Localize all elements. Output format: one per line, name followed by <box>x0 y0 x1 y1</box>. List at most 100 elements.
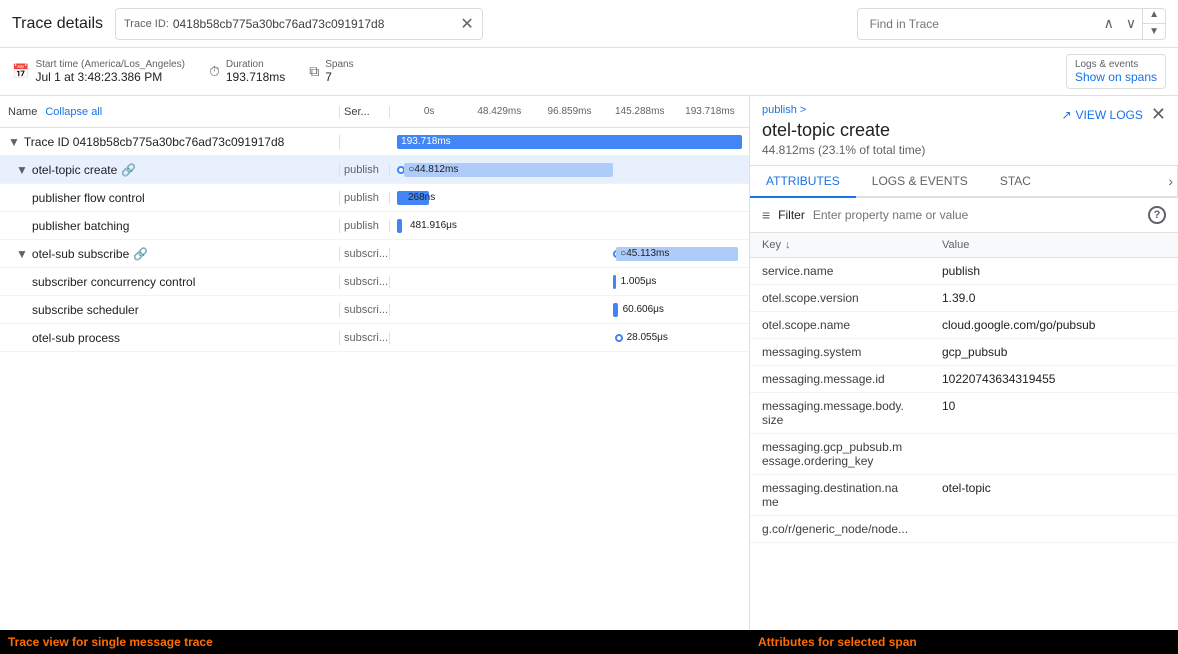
sort-icon[interactable]: ↓ <box>785 239 791 251</box>
bar-text-publisher-flow: 268ns <box>408 192 435 203</box>
row-name-otel-sub: ▼ otel-sub subscribe 🔗 <box>0 247 340 261</box>
details-title: otel-topic create <box>762 120 925 141</box>
tab-stack[interactable]: STAC <box>984 166 1047 198</box>
expand-icon-root[interactable]: ▼ <box>8 135 20 149</box>
details-panel: publish > otel-topic create 44.812ms (23… <box>750 96 1178 630</box>
attr-val-scope-name: cloud.google.com/go/pubsub <box>942 318 1166 332</box>
clock-icon: ⏱ <box>209 63 220 80</box>
row-timeline-sub-concurrency: 1.005μs <box>390 268 749 295</box>
row-label-otel-topic: otel-topic create <box>32 163 117 177</box>
annotation-right: Attributes for selected span <box>750 630 1178 654</box>
row-label-sub-concurrency: subscriber concurrency control <box>32 275 195 289</box>
trace-row-otel-topic-create[interactable]: ▼ otel-topic create 🔗 publish ○44.812ms <box>0 156 749 184</box>
logs-events-box: Logs & events Show on spans <box>1066 54 1166 89</box>
trace-row-subscribe-scheduler[interactable]: subscribe scheduler subscri... 60.606μs <box>0 296 749 324</box>
find-in-trace-wrapper: ∧ ∨ ▲ ▼ <box>857 8 1166 40</box>
details-header: publish > otel-topic create 44.812ms (23… <box>750 96 1178 166</box>
bar-otel-sub: ○45.113ms <box>616 247 738 261</box>
find-next-button[interactable]: ∨ <box>1120 11 1142 36</box>
timeline-label-3: 145.288ms <box>605 106 675 117</box>
attr-table: Key ↓ Value service.name publish otel.sc… <box>750 233 1178 630</box>
bar-text-sub-concurrency: 1.005μs <box>621 276 657 287</box>
bar-publisher-batching <box>397 219 402 233</box>
tab-attributes[interactable]: ATTRIBUTES <box>750 166 856 198</box>
bar-dot-otel-sub-process <box>615 334 623 342</box>
annotation-left: Trace view for single message trace <box>0 630 750 654</box>
find-up-button[interactable]: ▲ <box>1143 8 1165 24</box>
attr-val-messaging-system: gcp_pubsub <box>942 345 1166 359</box>
spans-icon: ⧉ <box>309 63 319 80</box>
annotation-right-text: Attributes for selected span <box>758 635 917 649</box>
details-actions: ↗ VIEW LOGS ✕ <box>1061 104 1166 125</box>
trace-row-publisher-batching[interactable]: publisher batching publish 481.916μs <box>0 212 749 240</box>
duration-value: 193.718ms <box>226 70 285 84</box>
start-time-label: Start time (America/Los_Angeles) <box>35 59 185 70</box>
annotation-left-text: Trace view for single message trace <box>8 635 213 649</box>
attr-row-message-id: messaging.message.id 10220743634319455 <box>750 366 1178 393</box>
clear-icon[interactable]: ✕ <box>460 14 473 34</box>
collapse-all-button[interactable]: Collapse all <box>45 106 102 118</box>
attr-row-service-name: service.name publish <box>750 258 1178 285</box>
attr-key-generic-node: g.co/r/generic_node/node... <box>762 522 942 536</box>
close-button[interactable]: ✕ <box>1151 104 1166 125</box>
find-in-trace-input[interactable] <box>858 17 1098 31</box>
trace-id-input[interactable] <box>173 17 461 31</box>
bar-otel-topic: ○44.812ms <box>404 163 612 177</box>
find-prev-button[interactable]: ∧ <box>1098 11 1120 36</box>
row-timeline-publisher-flow: 268ns <box>390 184 749 211</box>
timeline-label-1: 48.429ms <box>464 106 534 117</box>
row-name-root: ▼ Trace ID 0418b58cb775a30bc76ad73c09191… <box>0 135 340 149</box>
logs-events-toggle[interactable]: Show on spans <box>1075 70 1157 84</box>
filter-input[interactable] <box>813 208 1140 222</box>
tabs-chevron-right[interactable]: › <box>1168 173 1173 189</box>
row-service-sub-concurrency: subscri... <box>340 276 390 288</box>
col-service-header: Ser... <box>340 106 390 118</box>
row-label-publisher-flow: publisher flow control <box>32 191 145 205</box>
details-breadcrumb[interactable]: publish > <box>762 104 925 116</box>
row-timeline-otel-topic: ○44.812ms <box>390 156 749 183</box>
row-name-otel-sub-process: otel-sub process <box>0 331 340 345</box>
start-time-item: 📅 Start time (America/Los_Angeles) Jul 1… <box>12 59 185 84</box>
row-timeline-otel-sub-process: 28.055μs <box>390 324 749 351</box>
external-link-icon: ↗ <box>1061 108 1071 122</box>
col-timeline-header: 0s 48.429ms 96.859ms 145.288ms 193.718ms <box>390 106 749 117</box>
attr-key-service-name: service.name <box>762 264 942 278</box>
bar-sub-concurrency <box>613 275 616 289</box>
row-label-publisher-batching: publisher batching <box>32 219 129 233</box>
row-timeline-root: 193.718ms <box>390 128 749 155</box>
attr-row-dest-name: messaging.destination.name otel-topic <box>750 475 1178 516</box>
trace-id-input-wrapper: Trace ID: ✕ <box>115 8 483 40</box>
row-service-otel-sub-process: subscri... <box>340 332 390 344</box>
bar-root: 193.718ms <box>397 135 742 149</box>
annotation-bar: Trace view for single message trace Attr… <box>0 630 1178 654</box>
trace-row-otel-sub-subscribe[interactable]: ▼ otel-sub subscribe 🔗 subscri... ○45.11… <box>0 240 749 268</box>
row-service-publisher-batching: publish <box>340 220 390 232</box>
main-content: Name Collapse all Ser... 0s 48.429ms 96.… <box>0 96 1178 630</box>
bar-text-subscribe-scheduler: 60.606μs <box>623 304 664 315</box>
spans-value: 7 <box>325 70 353 84</box>
trace-row-publisher-flow[interactable]: publisher flow control publish 268ns <box>0 184 749 212</box>
trace-row-otel-sub-process[interactable]: otel-sub process subscri... 28.055μs <box>0 324 749 352</box>
row-timeline-otel-sub: ○45.113ms <box>390 240 749 267</box>
spans-item: ⧉ Spans 7 <box>309 59 353 84</box>
expand-icon-otel-sub[interactable]: ▼ <box>16 247 28 261</box>
row-label-root: Trace ID 0418b58cb775a30bc76ad73c091917d… <box>24 135 284 149</box>
trace-row-root[interactable]: ▼ Trace ID 0418b58cb775a30bc76ad73c09191… <box>0 128 749 156</box>
find-down-button[interactable]: ▼ <box>1143 24 1165 40</box>
trace-row-sub-concurrency[interactable]: subscriber concurrency control subscri..… <box>0 268 749 296</box>
attr-row-ordering-key: messaging.gcp_pubsub.message.ordering_ke… <box>750 434 1178 475</box>
trace-panel: Name Collapse all Ser... 0s 48.429ms 96.… <box>0 96 750 630</box>
tab-logs-events[interactable]: LOGS & EVENTS <box>856 166 984 198</box>
link-icon-otel-topic[interactable]: 🔗 <box>121 163 136 177</box>
attr-key-messaging-system: messaging.system <box>762 345 942 359</box>
attr-row-message-body-size: messaging.message.body.size 10 <box>750 393 1178 434</box>
expand-icon-otel-topic[interactable]: ▼ <box>16 163 28 177</box>
link-icon-otel-sub[interactable]: 🔗 <box>133 247 148 261</box>
row-timeline-publisher-batching: 481.916μs <box>390 212 749 239</box>
attr-val-message-body-size: 10 <box>942 399 1166 413</box>
help-icon[interactable]: ? <box>1148 206 1166 224</box>
view-logs-button[interactable]: ↗ VIEW LOGS <box>1061 108 1142 122</box>
trace-id-label: Trace ID: <box>124 18 169 30</box>
duration-item: ⏱ Duration 193.718ms <box>209 59 285 84</box>
attr-row-messaging-system: messaging.system gcp_pubsub <box>750 339 1178 366</box>
